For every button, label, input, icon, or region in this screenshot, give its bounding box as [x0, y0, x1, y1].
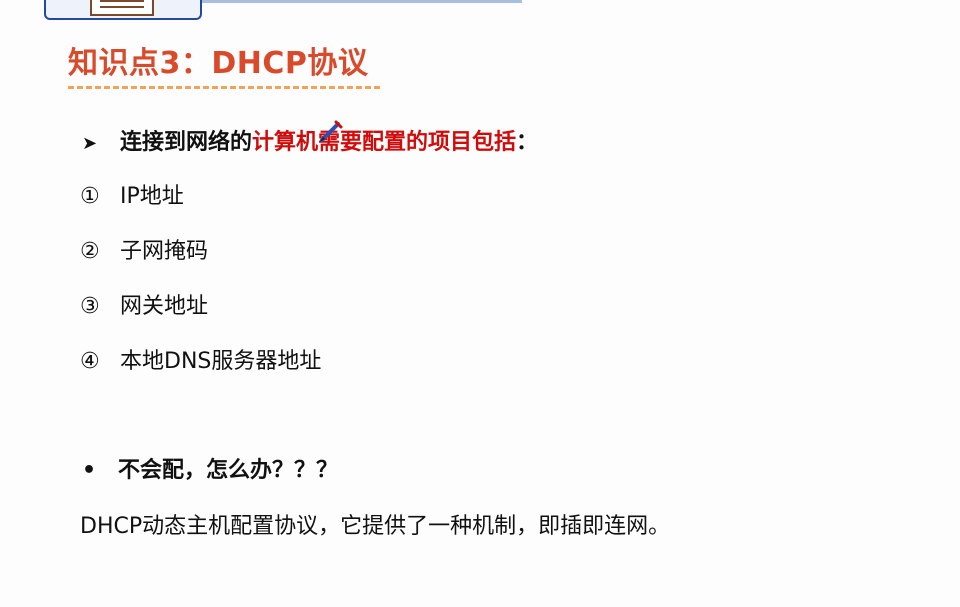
item-number: ①: [80, 184, 100, 209]
item-number: ③: [80, 294, 100, 319]
item-label: 本地DNS服务器地址: [120, 349, 322, 374]
item-label: 网关地址: [120, 294, 209, 319]
title-underline: [68, 86, 380, 89]
slide-title: 知识点3：DHCP协议: [68, 46, 369, 81]
bullet-text-highlight: 计算机需要配置的项目包括: [252, 130, 517, 155]
bullet-text-end: ：: [516, 130, 539, 155]
dot-bullet-icon: •: [82, 458, 97, 483]
arrow-bullet-icon: ➤: [82, 133, 98, 154]
bullet-text-plain: 连接到网络的: [120, 130, 253, 155]
main-bullet: ➤ 连接到网络的计算机需要配置的项目包括：: [82, 124, 538, 156]
item-label: 子网掩码: [120, 239, 209, 264]
question-text: 不会配，怎么办？？？: [118, 458, 339, 483]
slide: 知识点3：DHCP协议 ➤ 连接到网络的计算机需要配置的项目包括： ① IP地址 ②…: [0, 0, 960, 607]
header-bar: [202, 0, 522, 3]
question-bullet: • 不会配，怎么办？？？: [82, 452, 338, 484]
item-number: ②: [80, 239, 100, 264]
pen-icon: [320, 120, 343, 142]
item-number: ④: [80, 349, 100, 374]
description-text: DHCP动态主机配置协议，它提供了一种机制，即插即连网。: [80, 514, 671, 539]
document-icon: [90, 0, 154, 16]
item-label: IP地址: [120, 184, 184, 209]
list-item: ④ 本地DNS服务器地址: [80, 343, 321, 375]
list-item: ① IP地址: [80, 178, 184, 210]
list-item: ③ 网关地址: [80, 288, 208, 320]
list-item: ② 子网掩码: [80, 233, 208, 265]
